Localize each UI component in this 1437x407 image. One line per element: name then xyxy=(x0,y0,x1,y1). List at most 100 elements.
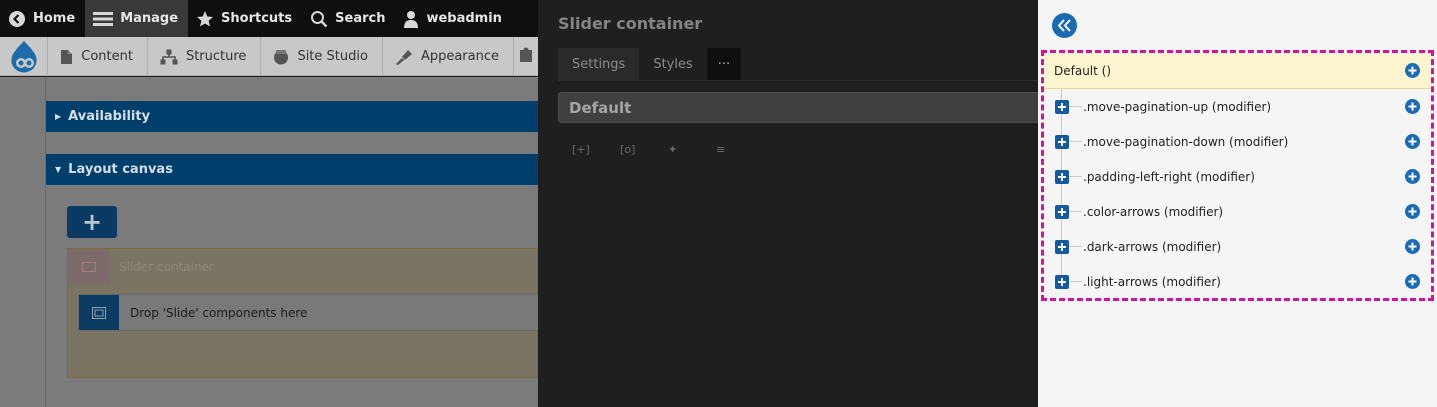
sparkle-icon[interactable]: ✦ xyxy=(668,140,716,158)
toolbar-shortcuts-label: Shortcuts xyxy=(221,11,293,26)
plus-circle-icon xyxy=(1408,242,1417,251)
expand-modifier-button[interactable] xyxy=(1055,239,1069,254)
availability-accordion[interactable]: ▶ Availability xyxy=(46,101,538,132)
modifier-label: .move-pagination-up (modifier) xyxy=(1083,99,1272,114)
add-modifier-child-button[interactable] xyxy=(1405,99,1420,114)
tray-item-content-label: Content xyxy=(81,49,133,64)
plus-square-icon xyxy=(1058,102,1066,111)
modifier-label: .move-pagination-down (modifier) xyxy=(1083,134,1289,149)
add-modifier-child-button[interactable] xyxy=(1405,274,1420,289)
add-modifier-child-button[interactable] xyxy=(1405,204,1420,219)
add-bracket-icon[interactable]: [+] xyxy=(572,140,620,158)
plus-circle-icon xyxy=(1408,137,1417,146)
admin-content: ▶ Availability ▼ Layout canvas + Slider … xyxy=(0,77,538,407)
list-icon[interactable]: ≡ xyxy=(716,140,764,158)
plus-circle-icon xyxy=(1408,172,1417,181)
admin-tray: Content Structure Site Studio Appearance xyxy=(0,37,538,76)
chevron-left-circle-icon xyxy=(8,10,26,28)
tree-branch-line xyxy=(1069,106,1082,107)
tray-item-appearance[interactable]: Appearance xyxy=(381,37,513,76)
toolbar-search-label: Search xyxy=(335,11,386,26)
double-chevron-left-icon xyxy=(1057,19,1071,32)
tree-row-modifier[interactable]: .padding-left-right (modifier) xyxy=(1044,159,1431,194)
puzzle-icon xyxy=(520,47,532,67)
add-modifier-child-button[interactable] xyxy=(1405,169,1420,184)
panel-action-icons: [+] [o] ✦ ≡ xyxy=(572,140,764,158)
style-tree: Default () .move-pagination-up (modifier… xyxy=(1044,53,1431,298)
expand-modifier-button[interactable] xyxy=(1055,169,1069,184)
layout-canvas-label: Layout canvas xyxy=(68,162,173,177)
add-modifier-child-button[interactable] xyxy=(1405,134,1420,149)
modifier-label: .dark-arrows (modifier) xyxy=(1083,239,1222,254)
tree-branch-line xyxy=(1069,281,1082,282)
style-modifiers-panel: Default () .move-pagination-up (modifier… xyxy=(1038,0,1437,407)
plus-circle-icon xyxy=(1408,277,1417,286)
panel-tabs: Settings Styles ··· xyxy=(558,48,742,80)
tab-styles[interactable]: Styles xyxy=(639,48,706,80)
toolbar-user-label: webadmin xyxy=(426,11,502,26)
collapse-panel-button[interactable] xyxy=(1052,13,1077,38)
tray-item-site-studio[interactable]: Site Studio xyxy=(260,37,382,76)
caret-right-icon: ▶ xyxy=(55,112,62,121)
zoom-bracket-icon[interactable]: [o] xyxy=(620,140,668,158)
tray-item-extend[interactable] xyxy=(513,37,538,76)
panel-title: Slider container xyxy=(558,14,703,33)
tray-item-appearance-label: Appearance xyxy=(420,49,499,64)
expand-modifier-button[interactable] xyxy=(1055,274,1069,289)
expand-modifier-button[interactable] xyxy=(1055,99,1069,114)
modifier-label: .color-arrows (modifier) xyxy=(1083,204,1224,219)
content-rail xyxy=(0,77,46,407)
drupal-drop-icon[interactable] xyxy=(0,37,47,76)
availability-label: Availability xyxy=(68,109,151,124)
add-default-child-button[interactable] xyxy=(1405,63,1420,78)
expand-modifier-button[interactable] xyxy=(1055,134,1069,149)
slide-drop-zone[interactable]: Drop 'Slide' components here xyxy=(78,294,538,331)
modifier-label: .padding-left-right (modifier) xyxy=(1083,169,1255,184)
tab-settings[interactable]: Settings xyxy=(558,48,640,80)
search-icon xyxy=(310,10,328,28)
add-component-button[interactable]: + xyxy=(67,206,117,238)
admin-toolbar: Home Manage Shortcuts Search webadmin xyxy=(0,0,538,37)
toolbar-search[interactable]: Search xyxy=(302,0,395,37)
plus-circle-icon xyxy=(1408,207,1417,216)
tree-branch-line xyxy=(1069,211,1082,212)
slider-container-label: Slider container xyxy=(119,259,214,274)
tabs-divider xyxy=(558,80,1038,81)
plus-square-icon xyxy=(1058,137,1066,146)
toolbar-home[interactable]: Home xyxy=(0,0,85,37)
style-select-field[interactable]: Default xyxy=(558,92,1038,123)
layout-canvas-accordion[interactable]: ▼ Layout canvas xyxy=(46,154,538,185)
slider-container-component[interactable]: Slider container Drop 'Slide' components… xyxy=(67,248,538,378)
tab-more-button[interactable]: ··· xyxy=(706,48,742,80)
toolbar-shortcuts[interactable]: Shortcuts xyxy=(188,0,302,37)
document-icon xyxy=(60,49,73,65)
slider-component-icon xyxy=(68,249,109,284)
tray-item-structure-label: Structure xyxy=(185,49,247,64)
tree-row-modifier[interactable]: .color-arrows (modifier) xyxy=(1044,194,1431,229)
tree-row-modifier[interactable]: .light-arrows (modifier) xyxy=(1044,264,1431,299)
modifier-label: .light-arrows (modifier) xyxy=(1083,274,1221,289)
toolbar-manage[interactable]: Manage xyxy=(85,0,189,37)
default-style-label: Default () xyxy=(1054,63,1112,78)
plus-square-icon xyxy=(1058,277,1066,286)
site-studio-icon xyxy=(273,49,289,65)
toolbar-home-label: Home xyxy=(33,11,76,26)
tree-row-modifier[interactable]: .move-pagination-down (modifier) xyxy=(1044,124,1431,159)
toolbar-manage-label: Manage xyxy=(120,11,179,26)
slide-component-icon xyxy=(79,295,119,330)
drop-zone-label: Drop 'Slide' components here xyxy=(130,305,308,320)
sitemap-icon xyxy=(160,49,178,65)
paintbrush-icon xyxy=(395,49,413,65)
expand-modifier-button[interactable] xyxy=(1055,204,1069,219)
plus-square-icon xyxy=(1058,242,1066,251)
tray-item-content[interactable]: Content xyxy=(47,37,147,76)
tree-row-default[interactable]: Default () xyxy=(1044,53,1431,89)
add-modifier-child-button[interactable] xyxy=(1405,239,1420,254)
tray-item-structure[interactable]: Structure xyxy=(146,37,260,76)
plus-square-icon xyxy=(1058,172,1066,181)
tree-row-modifier[interactable]: .dark-arrows (modifier) xyxy=(1044,229,1431,264)
tree-row-modifier[interactable]: .move-pagination-up (modifier) xyxy=(1044,89,1431,124)
tree-branch-line xyxy=(1069,246,1082,247)
menu-icon xyxy=(93,11,114,27)
toolbar-user[interactable]: webadmin xyxy=(395,0,511,37)
